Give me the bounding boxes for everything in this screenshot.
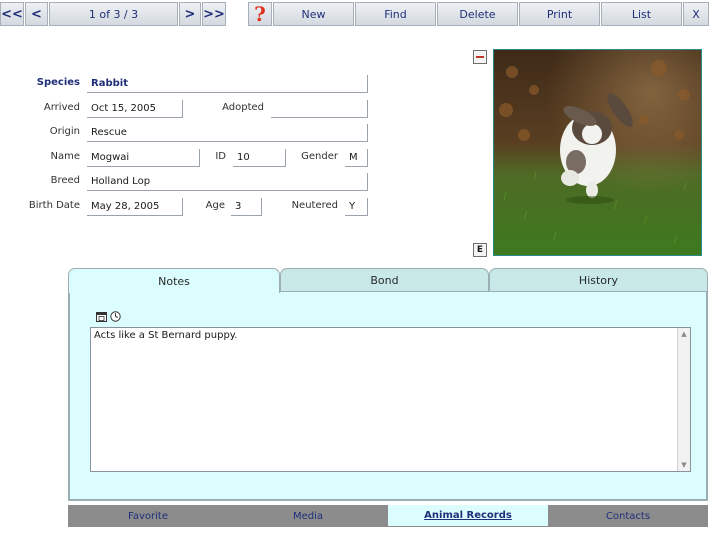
close-button[interactable]: X bbox=[683, 2, 709, 26]
species-field[interactable]: Rabbit bbox=[87, 75, 368, 93]
help-button[interactable]: ? bbox=[248, 2, 272, 26]
clock-icon[interactable] bbox=[110, 311, 121, 322]
origin-label: Origin bbox=[49, 126, 80, 137]
species-label: Species bbox=[36, 77, 80, 88]
nav-media[interactable]: Media bbox=[228, 505, 388, 527]
nav-contacts[interactable]: Contacts bbox=[548, 505, 708, 527]
edit-photo-button[interactable]: E bbox=[473, 243, 487, 257]
origin-field[interactable]: Rescue bbox=[87, 124, 368, 142]
adopted-label: Adopted bbox=[222, 102, 264, 113]
gender-label: Gender bbox=[301, 151, 338, 162]
nav-animal-records[interactable]: Animal Records bbox=[388, 505, 548, 526]
notes-textarea[interactable]: Acts like a St Bernard puppy. ▲ ▼ bbox=[90, 327, 691, 472]
adopted-field[interactable] bbox=[271, 100, 368, 118]
minus-icon bbox=[476, 56, 484, 58]
print-button[interactable]: Print bbox=[519, 2, 600, 26]
notes-toolbar bbox=[96, 311, 121, 322]
list-button[interactable]: List bbox=[601, 2, 682, 26]
breed-field[interactable]: Holland Lop bbox=[87, 173, 368, 191]
notes-text: Acts like a St Bernard puppy. bbox=[94, 330, 238, 341]
record-position: 1 of 3 / 3 bbox=[49, 2, 178, 26]
breed-label: Breed bbox=[50, 175, 80, 186]
find-button[interactable]: Find bbox=[355, 2, 436, 26]
id-label: ID bbox=[215, 151, 226, 162]
notes-panel: Acts like a St Bernard puppy. ▲ ▼ bbox=[68, 291, 708, 501]
nav-favorite[interactable]: Favorite bbox=[68, 505, 228, 527]
tab-bond[interactable]: Bond bbox=[280, 268, 489, 292]
birth-date-label: Birth Date bbox=[28, 200, 80, 211]
arrived-field[interactable]: Oct 15, 2005 bbox=[87, 100, 183, 118]
remove-photo-button[interactable] bbox=[473, 50, 487, 64]
age-label: Age bbox=[205, 200, 225, 211]
tab-history[interactable]: History bbox=[489, 268, 708, 292]
previous-record-button[interactable]: < bbox=[25, 2, 48, 26]
birth-date-field[interactable]: May 28, 2005 bbox=[87, 198, 183, 216]
help-icon: ? bbox=[254, 2, 266, 26]
new-button[interactable]: New bbox=[273, 2, 354, 26]
animal-photo bbox=[493, 49, 702, 256]
next-record-button[interactable]: > bbox=[179, 2, 201, 26]
name-field[interactable]: Mogwai bbox=[87, 149, 200, 167]
scroll-up-icon[interactable]: ▲ bbox=[678, 328, 690, 340]
scroll-down-icon[interactable]: ▼ bbox=[678, 459, 690, 471]
last-record-button[interactable]: >> bbox=[202, 2, 226, 26]
delete-button[interactable]: Delete bbox=[437, 2, 518, 26]
neutered-label: Neutered bbox=[291, 200, 338, 211]
bottom-navigation: Favorite Media Animal Records Contacts bbox=[68, 505, 708, 527]
tab-notes[interactable]: Notes bbox=[68, 268, 280, 293]
calendar-icon[interactable] bbox=[96, 311, 107, 322]
name-label: Name bbox=[50, 151, 80, 162]
notes-scrollbar[interactable]: ▲ ▼ bbox=[677, 328, 690, 471]
record-toolbar: << < 1 of 3 / 3 > >> ? New Find Delete P… bbox=[0, 0, 718, 28]
gender-field[interactable]: M bbox=[345, 149, 368, 167]
first-record-button[interactable]: << bbox=[0, 2, 24, 26]
id-field[interactable]: 10 bbox=[233, 149, 286, 167]
age-field[interactable]: 3 bbox=[231, 198, 262, 216]
rabbit-photo-image bbox=[494, 50, 701, 255]
arrived-label: Arrived bbox=[43, 102, 80, 113]
neutered-field[interactable]: Y bbox=[345, 198, 368, 216]
